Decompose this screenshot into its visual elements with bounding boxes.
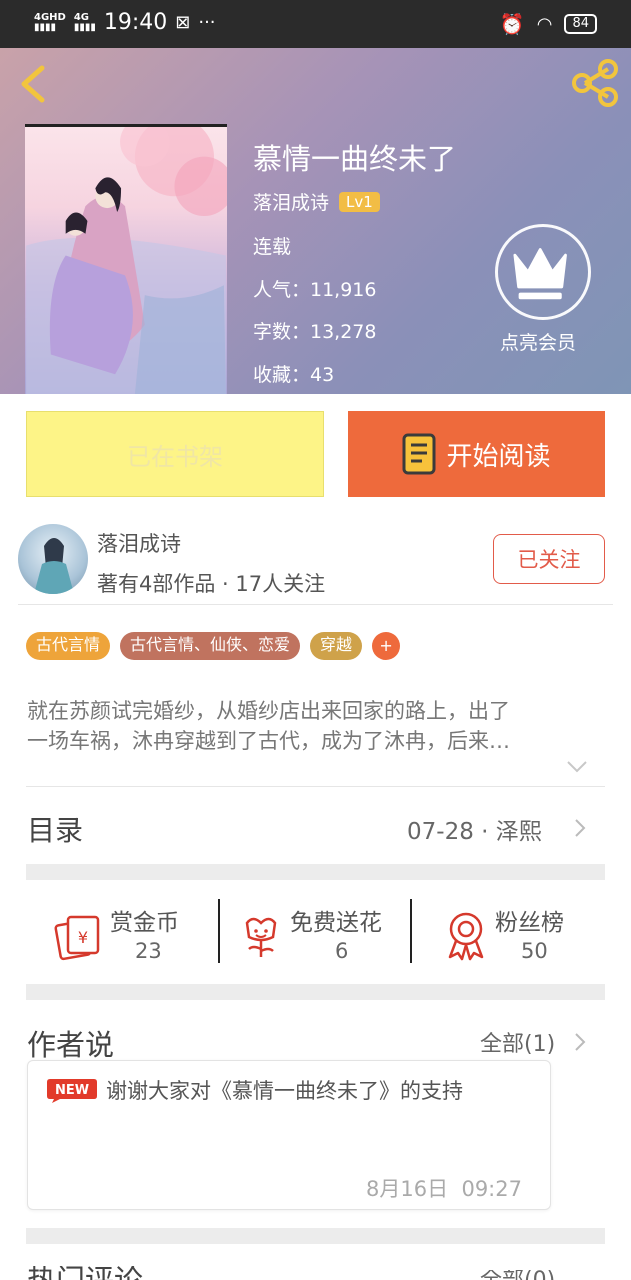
- tag-list: 古代言情 古代言情、仙侠、恋爱 穿越 +: [26, 632, 401, 660]
- reward-coins-value: 23: [135, 939, 162, 963]
- fan-ranking-value: 50: [521, 939, 548, 963]
- notification-icon: ⊠: [175, 12, 191, 33]
- section-gap: [26, 1228, 605, 1244]
- chevron-right-icon[interactable]: [574, 1032, 586, 1052]
- serial-status: 连载: [253, 236, 292, 258]
- medal-icon: [448, 912, 484, 961]
- level-badge: Lv1: [339, 191, 380, 212]
- flower-icon: [245, 917, 277, 957]
- book-title: 慕情一曲终未了: [253, 142, 457, 176]
- popularity: 人气：11,916: [253, 279, 377, 301]
- author-stats: 著有4部作品 · 17人关注: [97, 572, 326, 596]
- start-reading-label: 开始阅读: [446, 441, 551, 472]
- on-shelf-button[interactable]: 已在书架: [26, 411, 324, 497]
- signal-1: 4GHD ▮▮▮▮: [34, 11, 66, 33]
- red-envelope-icon: ¥: [54, 915, 100, 961]
- word-count: 字数：13,278: [253, 321, 377, 343]
- signal-bars-icon: ▮▮▮▮: [34, 21, 57, 33]
- author-says-title: 作者说: [27, 1028, 115, 1062]
- vip-button[interactable]: [495, 224, 591, 320]
- divider: [18, 604, 613, 605]
- fan-ranking-label: 粉丝榜: [495, 910, 564, 936]
- free-flowers-value: 6: [335, 939, 349, 963]
- author-message-date: 8月16日: [366, 1177, 449, 1201]
- toc-label[interactable]: 目录: [27, 809, 83, 849]
- toc-latest-chapter[interactable]: 07-28 · 泽熙: [407, 812, 542, 846]
- divider: [26, 786, 605, 787]
- follow-button[interactable]: 已关注: [493, 534, 605, 584]
- book-author-name[interactable]: 落泪成诗: [253, 188, 329, 215]
- author-message-timestamp: 8月16日 09:27: [366, 1173, 522, 1203]
- start-reading-button[interactable]: 开始阅读: [348, 411, 605, 497]
- new-badge: NEW: [47, 1079, 97, 1103]
- book-cover[interactable]: [25, 124, 227, 394]
- alarm-icon: ⏰: [499, 12, 525, 36]
- signal-2: 4G ▮▮▮▮: [73, 11, 96, 33]
- tag-ancient-romance[interactable]: 古代言情: [26, 632, 111, 660]
- wifi-icon: ◠: [536, 13, 553, 35]
- section-gap: [26, 864, 605, 880]
- reward-coins-label: 赏金币: [110, 910, 179, 936]
- author-says-all-link[interactable]: 全部(1): [480, 1026, 555, 1058]
- intro-line-2: 一场车祸，沐冉穿越到了古代，成为了沐冉，后来…: [27, 729, 510, 753]
- book-icon: [402, 433, 436, 475]
- hot-comments-all-link[interactable]: 全部(0): [480, 1270, 555, 1280]
- expand-chevron-icon[interactable]: [566, 760, 588, 774]
- book-detail-main: 已在书架 开始阅读 落泪成诗 著有4部作品 · 17人关注 已关注 古代言情 古…: [0, 394, 631, 1280]
- more-status: ···: [198, 12, 216, 33]
- svg-text:¥: ¥: [78, 928, 88, 947]
- hot-comments-title: 热门评论: [27, 1266, 143, 1280]
- fan-ranking[interactable]: 粉丝榜 50: [440, 899, 605, 967]
- status-bar: 4GHD ▮▮▮▮ 4G ▮▮▮▮ 19:40 ⊠ ··· ⏰ ◠ 84: [0, 0, 631, 48]
- book-intro[interactable]: 就在苏颜试完婚纱，从婚纱店出来回家的路上，出了 一场车祸，沐冉穿越到了古代，成为…: [27, 696, 607, 756]
- author-message-text: 谢谢大家对《慕情一曲终未了》的支持: [106, 1079, 463, 1103]
- favorites-count: 收藏：43: [253, 364, 335, 386]
- section-gap: [26, 984, 605, 1000]
- stat-divider: [218, 899, 220, 963]
- free-flowers-label: 免费送花: [290, 910, 382, 936]
- intro-line-1: 就在苏颜试完婚纱，从婚纱店出来回家的路上，出了: [27, 699, 510, 723]
- author-avatar[interactable]: [18, 524, 88, 594]
- battery-indicator: 84: [564, 14, 597, 34]
- author-name[interactable]: 落泪成诗: [97, 528, 181, 558]
- crown-icon: [513, 248, 567, 300]
- back-arrow-icon[interactable]: [14, 62, 54, 106]
- signal-bars-icon: ▮▮▮▮: [73, 21, 96, 33]
- clock: 19:40: [103, 10, 168, 35]
- reward-coins[interactable]: ¥ 赏金币 23: [40, 899, 215, 967]
- book-cover-illustration: [26, 127, 227, 394]
- chevron-right-icon[interactable]: [574, 818, 586, 838]
- add-tag-button[interactable]: +: [372, 632, 401, 660]
- share-icon[interactable]: [570, 58, 622, 108]
- svg-text:NEW: NEW: [55, 1083, 89, 1098]
- book-header: 慕情一曲终未了 落泪成诗 Lv1 连载 人气：11,916 字数：13,278 …: [0, 48, 631, 394]
- vip-label[interactable]: 点亮会员: [500, 328, 576, 355]
- free-flowers[interactable]: 免费送花 6: [235, 899, 410, 967]
- stat-divider: [410, 899, 412, 963]
- book-author-row: 落泪成诗 Lv1: [253, 188, 380, 215]
- tag-time-travel[interactable]: 穿越: [310, 632, 363, 660]
- tag-genres[interactable]: 古代言情、仙侠、恋爱: [120, 632, 301, 660]
- author-message-card[interactable]: NEW 谢谢大家对《慕情一曲终未了》的支持 8月16日 09:27: [27, 1060, 551, 1210]
- author-message-time: 09:27: [461, 1177, 522, 1201]
